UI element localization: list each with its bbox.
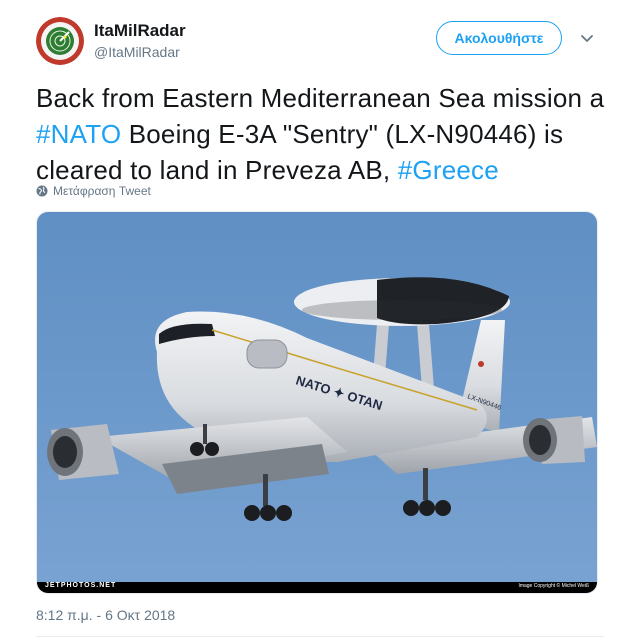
tweet-timestamp[interactable]: 8:12 π.μ. - 6 Οκτ 2018 [36, 607, 175, 623]
avatar[interactable] [36, 17, 84, 65]
hashtag-greece-link[interactable]: #Greece [398, 155, 499, 185]
aircraft-photo: NATO ✦ OTAN LX-N90446 [37, 212, 597, 593]
hashtag-nato-link[interactable]: #NATO [36, 119, 121, 149]
chevron-down-icon[interactable] [578, 29, 596, 47]
radar-logo-icon [36, 17, 84, 65]
tweet-text-part: Back from Eastern Mediterranean Sea miss… [36, 83, 605, 113]
display-name[interactable]: ItaMilRadar [94, 21, 186, 41]
globe-icon [36, 185, 48, 197]
watermark-source: JETPHOTOS.NET [45, 582, 117, 589]
follow-button[interactable]: Ακολουθήστε [436, 21, 562, 55]
translate-tweet-link[interactable]: Μετάφραση Tweet [36, 184, 151, 198]
tweet-photo[interactable]: NATO ✦ OTAN LX-N90446 JETPHOTOS.NET Imag… [36, 211, 598, 594]
tweet-header: ItaMilRadar @ItaMilRadar Ακολουθήστε [36, 17, 604, 69]
translate-label: Μετάφραση Tweet [53, 184, 151, 198]
watermark-copyright: Image Copyright © Michel Weiß [518, 583, 589, 589]
user-handle[interactable]: @ItaMilRadar [94, 43, 180, 61]
tweet-text: Back from Eastern Mediterranean Sea miss… [36, 80, 616, 188]
divider [36, 636, 604, 637]
